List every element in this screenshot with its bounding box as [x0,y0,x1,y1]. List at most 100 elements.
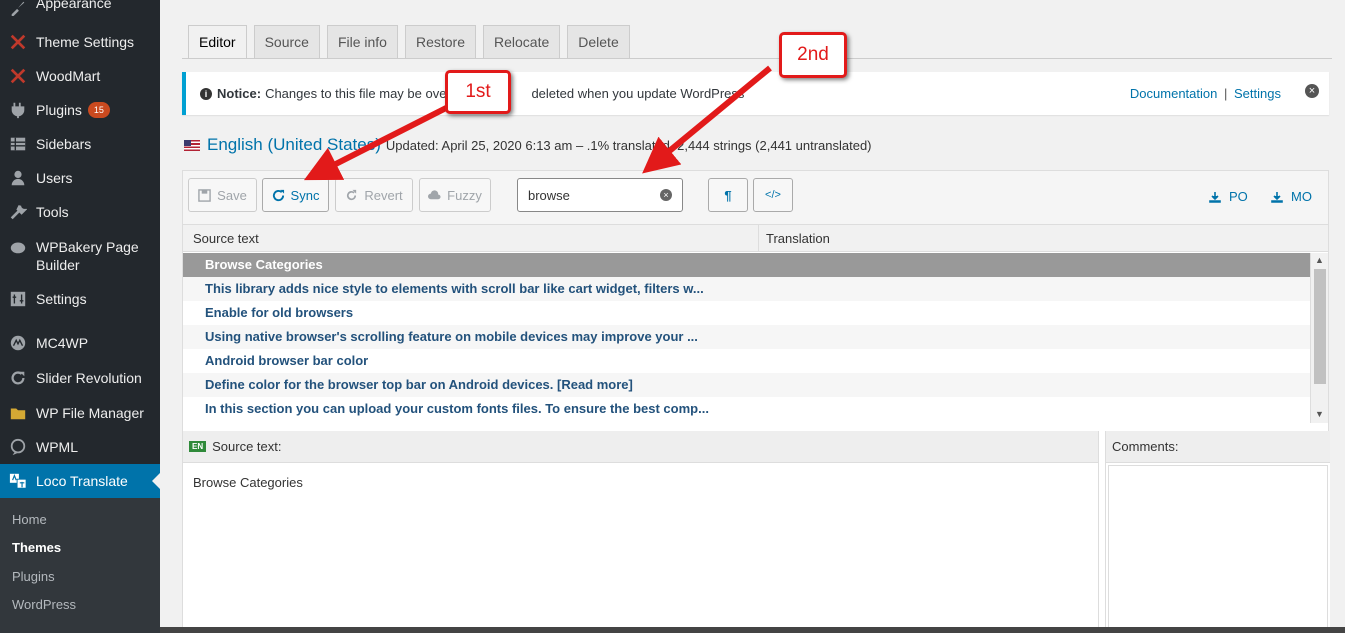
source-text-value: Browse Categories [193,475,303,490]
fuzzy-label: Fuzzy [447,187,482,203]
sidebar-item-users[interactable]: Users [0,168,160,188]
sidebar-item-wpbakery[interactable]: WPBakery Page Builder [0,238,160,276]
sidebar-item-label: Loco Translate [36,473,128,489]
toggle-code-button[interactable]: </> [753,178,793,212]
sidebar-item-label: Plugins [36,102,82,118]
column-source-header[interactable]: Source text [183,225,759,251]
plugin-icon [0,101,36,119]
notice-links: Documentation | Settings [1130,86,1281,101]
save-button[interactable]: Save [188,178,257,212]
search-value: browse [528,187,570,203]
loco-submenu: Home Themes Plugins WordPress [0,498,160,633]
table-row[interactable]: Define color for the browser top bar on … [183,373,1310,397]
scroll-thumb[interactable] [1314,269,1326,384]
notice-label: Notice: [217,86,262,101]
download-icon [1271,191,1283,203]
table-row[interactable]: This library adds nice style to elements… [183,277,1310,301]
tab-bar: Editor Source File info Restore Relocate… [188,25,630,58]
source-pane-header: EN Source text: [183,431,1098,463]
sidebar-item-sidebars[interactable]: Sidebars [0,134,160,154]
folder-icon [0,404,36,422]
toggle-invisibles-button[interactable]: ¶ [708,178,748,212]
sidebar-item-settings[interactable]: Settings [0,289,160,309]
download-mo-link[interactable]: MO [1271,189,1312,204]
tab-source[interactable]: Source [253,25,320,58]
refresh-icon [272,189,284,201]
sidebar-item-label: WP File Manager [36,405,144,421]
sidebar-item-mc4wp[interactable]: MC4WP [0,333,160,353]
string-list: Browse Categories This library adds nice… [183,253,1310,423]
submenu-item-plugins[interactable]: Plugins [12,569,55,584]
comments-area[interactable] [1108,465,1328,630]
comments-pane: Comments: [1105,431,1330,633]
table-row[interactable]: Browse Categories [183,253,1310,277]
tab-editor[interactable]: Editor [188,25,247,58]
scroll-down-icon[interactable]: ▼ [1315,409,1324,419]
sidebar-item-slider-revolution[interactable]: Slider Revolution [0,368,160,388]
submenu-item-themes[interactable]: Themes [12,540,61,555]
sync-button[interactable]: Sync [262,178,329,212]
sidebar-item-wpml[interactable]: WPML [0,437,160,457]
documentation-link[interactable]: Documentation [1130,86,1217,101]
sidebar-item-label: WoodMart [36,68,101,84]
list-scrollbar[interactable]: ▲ ▼ [1310,253,1328,423]
sidebar-item-label: Theme Settings [36,34,135,50]
update-count-badge: 15 [87,102,110,118]
editor-toolbar: Save Sync Revert Fuzzy browse × ¶ </> PO… [183,171,1328,225]
clear-search-icon[interactable]: × [660,189,672,201]
refresh-icon [0,369,36,387]
sidebar-item-label: Settings [36,291,87,307]
submenu-item-home[interactable]: Home [12,512,47,527]
sidebars-icon [0,135,36,153]
mc4wp-icon [0,334,36,352]
settings-link[interactable]: Settings [1234,86,1281,101]
tabs-divider [182,58,1332,59]
sync-label: Sync [290,187,320,203]
wpbakery-icon [0,238,36,256]
sidebar-item-woodmart[interactable]: WoodMart [0,66,160,86]
brush-icon [0,0,36,16]
fuzzy-button[interactable]: Fuzzy [419,178,491,212]
annotation-second: 2nd [779,32,847,78]
table-row[interactable]: Android browser bar color [183,349,1310,373]
wpml-icon [0,438,36,456]
tab-file-info[interactable]: File info [326,25,398,58]
translation-editor: Save Sync Revert Fuzzy browse × ¶ </> PO… [182,170,1330,633]
sidebar-item-appearance[interactable]: Appearance [0,0,160,16]
search-input[interactable]: browse × [517,178,683,212]
revert-button[interactable]: Revert [335,178,413,212]
download-po-link[interactable]: PO [1209,189,1248,204]
table-row[interactable]: Using native browser's scrolling feature… [183,325,1310,349]
submenu-item-wordpress[interactable]: WordPress [12,597,76,612]
sidebar-item-label: Appearance [36,0,112,11]
tab-relocate[interactable]: Relocate [483,25,561,58]
language-tag: EN [189,441,207,452]
wrench-icon [0,203,36,221]
us-flag-icon [184,139,200,151]
sidebar-item-tools[interactable]: Tools [0,202,160,222]
table-row[interactable]: Enable for old browsers [183,301,1310,325]
save-icon [198,188,211,202]
sidebar-item-plugins[interactable]: Plugins 15 [0,100,160,120]
column-translation-header[interactable]: Translation [759,225,830,251]
revert-icon [347,189,357,200]
sidebar-item-wp-file-manager[interactable]: WP File Manager [0,403,160,423]
taskbar-strip [160,627,1345,633]
sidebar-item-loco-translate[interactable]: Loco Translate [0,464,160,498]
admin-sidebar: Appearance Theme Settings WoodMart Plugi… [0,0,160,633]
update-notice: i Notice: Changes to this file may be ov… [182,72,1329,115]
tab-delete[interactable]: Delete [567,25,630,58]
sidebar-item-theme-settings[interactable]: Theme Settings [0,32,160,52]
users-icon [0,169,36,187]
table-row[interactable]: In this section you can upload your cust… [183,397,1310,421]
download-icon [1209,191,1221,203]
po-label: PO [1229,189,1248,204]
scroll-up-icon[interactable]: ▲ [1315,255,1324,265]
comments-pane-header: Comments: [1106,431,1330,463]
sidebar-item-label: WPBakery Page Builder [36,239,139,273]
tab-restore[interactable]: Restore [404,25,476,58]
annotation-first: 1st [445,70,511,114]
language-name[interactable]: English (United States) [207,135,381,155]
revert-label: Revert [364,187,403,203]
close-icon[interactable]: × [1305,84,1319,98]
